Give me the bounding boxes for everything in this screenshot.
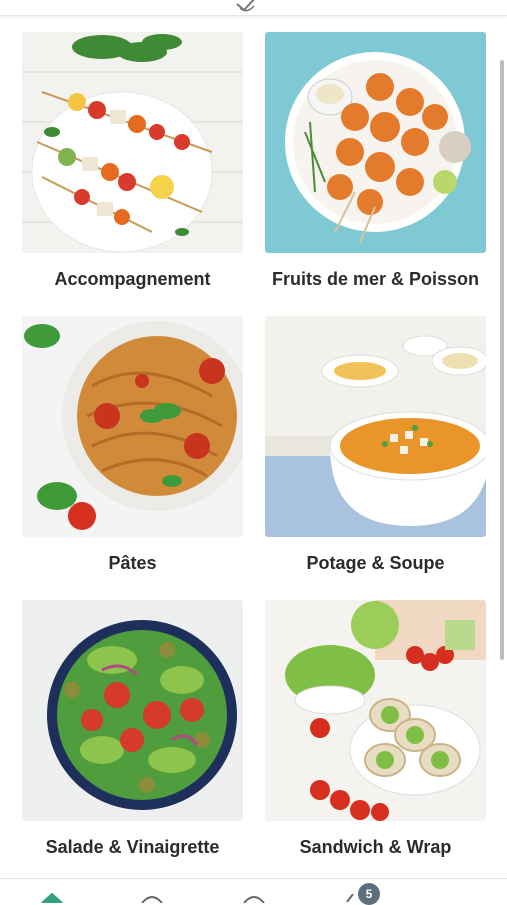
top-bar xyxy=(0,0,507,16)
home-icon[interactable] xyxy=(40,893,64,903)
category-image xyxy=(22,32,243,253)
category-image xyxy=(22,316,243,537)
bottom-nav xyxy=(0,878,507,903)
category-label: Sandwich & Wrap xyxy=(299,837,452,857)
category-label: Fruits de mer & Poisson xyxy=(271,269,480,289)
scrollbar[interactable] xyxy=(500,60,504,660)
category-image xyxy=(22,600,243,821)
category-image xyxy=(265,32,486,253)
search-icon[interactable] xyxy=(140,895,164,903)
category-card-accompagnement[interactable]: Accompagnement xyxy=(22,32,243,289)
category-label: Salade & Vinaigrette xyxy=(45,837,220,857)
favorite-icon[interactable] xyxy=(232,0,262,14)
category-card-potage-soupe[interactable]: Potage & Soupe xyxy=(265,316,486,573)
profile-icon[interactable] xyxy=(242,895,266,903)
cart-count-badge: 5 xyxy=(358,883,380,905)
category-label: Potage & Soupe xyxy=(306,553,445,573)
category-card-salade[interactable]: Salade & Vinaigrette xyxy=(22,600,243,857)
category-card-sandwich-wrap[interactable]: Sandwich & Wrap xyxy=(265,600,486,857)
category-label: Accompagnement xyxy=(54,269,211,289)
category-image xyxy=(265,316,486,537)
category-card-fruits-de-mer[interactable]: Fruits de mer & Poisson xyxy=(265,32,486,289)
category-card-pates[interactable]: Pâtes xyxy=(22,316,243,573)
category-image xyxy=(265,600,486,821)
category-label: Pâtes xyxy=(108,553,157,573)
